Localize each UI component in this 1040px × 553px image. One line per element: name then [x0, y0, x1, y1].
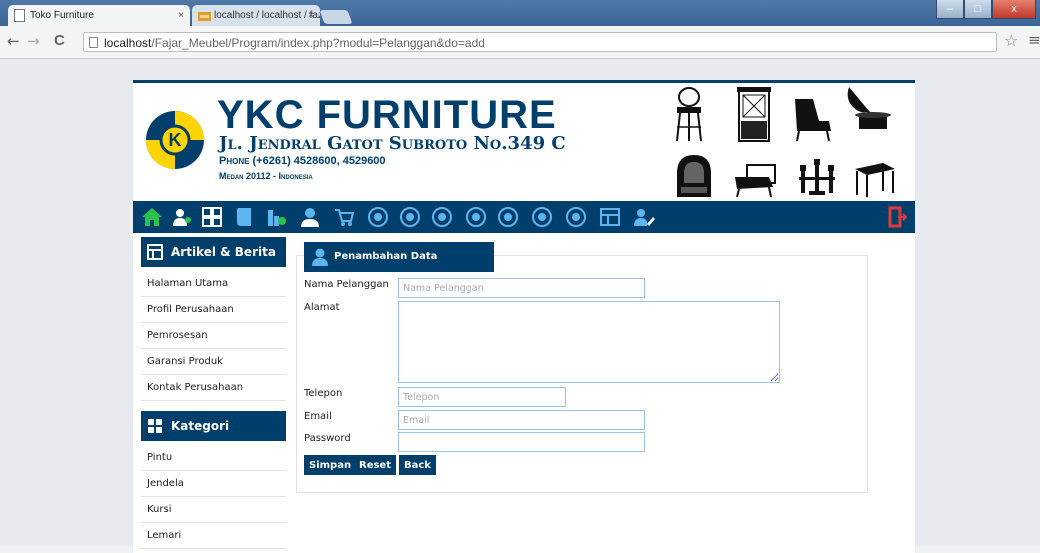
- email-input[interactable]: [398, 410, 645, 430]
- sidebar-heading-label: Kategori Furniture: [171, 419, 235, 463]
- table-icon[interactable]: [599, 206, 621, 228]
- cabinet-image: [737, 87, 771, 142]
- simpan-button[interactable]: Simpan: [304, 455, 357, 475]
- circle-icon-7[interactable]: [565, 206, 587, 228]
- circle-icon-2[interactable]: [399, 206, 421, 228]
- circle-icon-4[interactable]: [465, 206, 487, 228]
- main-navbar: [133, 201, 915, 233]
- tab-title: Toko Furniture: [30, 10, 94, 21]
- brand-city: Medan 20112 - Indonesia: [219, 171, 313, 181]
- user-icon[interactable]: [299, 206, 321, 228]
- sidebar: Artikel & Berita Halaman Utama Profil Pe…: [141, 237, 286, 549]
- back-button[interactable]: ←: [7, 32, 20, 50]
- reload-button[interactable]: C: [54, 32, 65, 49]
- sidebar-item-pemrosesan[interactable]: Pemrosesan: [141, 323, 286, 349]
- brand-phone: Phone (+6261) 4528600, 4529600: [219, 155, 386, 167]
- radio-image: [677, 155, 711, 197]
- site-container: K YKC FURNITURE Jl. Jendral Gatot Subrot…: [133, 80, 915, 553]
- stats-icon[interactable]: [265, 206, 287, 228]
- tab-close-icon[interactable]: ×: [178, 5, 184, 26]
- table-icon: [147, 244, 163, 260]
- sidebar-item-lemari[interactable]: Lemari: [141, 523, 286, 549]
- sofa-image: [735, 164, 776, 197]
- tab-title: localhost / localhost / faz: [214, 10, 320, 21]
- tab-toko-furniture[interactable]: Toko Furniture ×: [8, 5, 190, 26]
- email-label: Email: [304, 411, 332, 422]
- grid-icon[interactable]: [201, 206, 223, 228]
- circle-icon-3[interactable]: [431, 206, 453, 228]
- sidebar-heading-artikel: Artikel & Berita: [141, 237, 286, 267]
- user-icon: [312, 248, 328, 266]
- telepon-label: Telepon: [304, 388, 343, 399]
- circle-icon-5[interactable]: [497, 206, 519, 228]
- phpmyadmin-icon: [198, 9, 211, 22]
- reset-button[interactable]: Reset: [354, 455, 396, 475]
- exit-icon[interactable]: [885, 206, 908, 228]
- password-input[interactable]: [398, 432, 645, 452]
- forward-button[interactable]: →: [27, 32, 40, 50]
- url-path: /Fajar_Meubel/Program/index.php?modul=Pe…: [151, 36, 485, 50]
- sidebar-heading-kategori: Kategori Furniture: [141, 411, 286, 463]
- back-button[interactable]: Back: [399, 455, 436, 475]
- tab-close-icon[interactable]: ×: [308, 5, 314, 26]
- site-header: K YKC FURNITURE Jl. Jendral Gatot Subrot…: [133, 83, 915, 201]
- maximize-button[interactable]: □: [964, 0, 992, 19]
- logo-letter: K: [168, 130, 182, 150]
- sidebar-heading-label: Artikel & Berita: [171, 245, 276, 259]
- person-edit-icon[interactable]: [633, 206, 655, 228]
- users-icon[interactable]: [171, 206, 193, 228]
- brand-address: Jl. Jendral Gatot Subroto No.349 C: [219, 133, 566, 154]
- browser-toolbar: ← → C localhost/Fajar_Meubel/Program/ind…: [0, 26, 1040, 59]
- page-viewport: K YKC FURNITURE Jl. Jendral Gatot Subrot…: [0, 59, 1040, 553]
- sidebar-item-kontak-perusahaan[interactable]: Kontak Perusahaan: [141, 375, 286, 401]
- tab-phpmyadmin[interactable]: localhost / localhost / faz ×: [192, 5, 320, 26]
- circle-icon-1[interactable]: [367, 206, 389, 228]
- password-label: Password: [304, 433, 351, 444]
- alamat-textarea[interactable]: [398, 301, 780, 383]
- close-window-button[interactable]: x: [992, 0, 1036, 19]
- bar-chair-image: [676, 87, 702, 141]
- form-title-bar: Penambahan Data Pelanggan: [304, 242, 494, 292]
- alamat-label: Alamat: [304, 302, 340, 313]
- new-tab-button[interactable]: [319, 10, 353, 24]
- book-icon[interactable]: [233, 206, 255, 228]
- sidebar-item-garansi-produk[interactable]: Garansi Produk: [141, 349, 286, 375]
- page-icon: [89, 37, 98, 48]
- page-icon: [14, 9, 25, 22]
- table-image: [855, 163, 895, 197]
- browser-menu-icon[interactable]: ≡: [1028, 31, 1040, 49]
- window-titlebar: Toko Furniture × localhost / localhost /…: [0, 0, 1040, 26]
- grid-icon: [148, 419, 162, 433]
- address-bar[interactable]: localhost/Fajar_Meubel/Program/index.php…: [83, 32, 997, 52]
- cart-icon[interactable]: [333, 206, 355, 228]
- sidebar-item-kursi[interactable]: Kursi: [141, 497, 286, 523]
- minimize-button[interactable]: –: [936, 0, 964, 19]
- sidebar-item-profil-perusahaan[interactable]: Profil Perusahaan: [141, 297, 286, 323]
- armchair-image: [795, 99, 831, 141]
- brand-title: YKC FURNITURE: [217, 93, 557, 137]
- window-controls: – □ x: [936, 0, 1036, 20]
- nama-label: Nama Pelanggan: [304, 279, 389, 290]
- url-host: localhost: [104, 36, 152, 50]
- circle-icon-6[interactable]: [531, 206, 553, 228]
- nama-pelanggan-input[interactable]: [398, 278, 645, 298]
- gramophone-image: [847, 87, 891, 129]
- telepon-input[interactable]: [398, 387, 566, 407]
- sidebar-item-jendela[interactable]: Jendela: [141, 471, 286, 497]
- home-icon[interactable]: [141, 206, 163, 228]
- candelabra-image: [799, 159, 835, 195]
- sidebar-item-halaman-utama[interactable]: Halaman Utama: [141, 271, 286, 297]
- bookmark-star-icon[interactable]: ☆: [1004, 31, 1018, 50]
